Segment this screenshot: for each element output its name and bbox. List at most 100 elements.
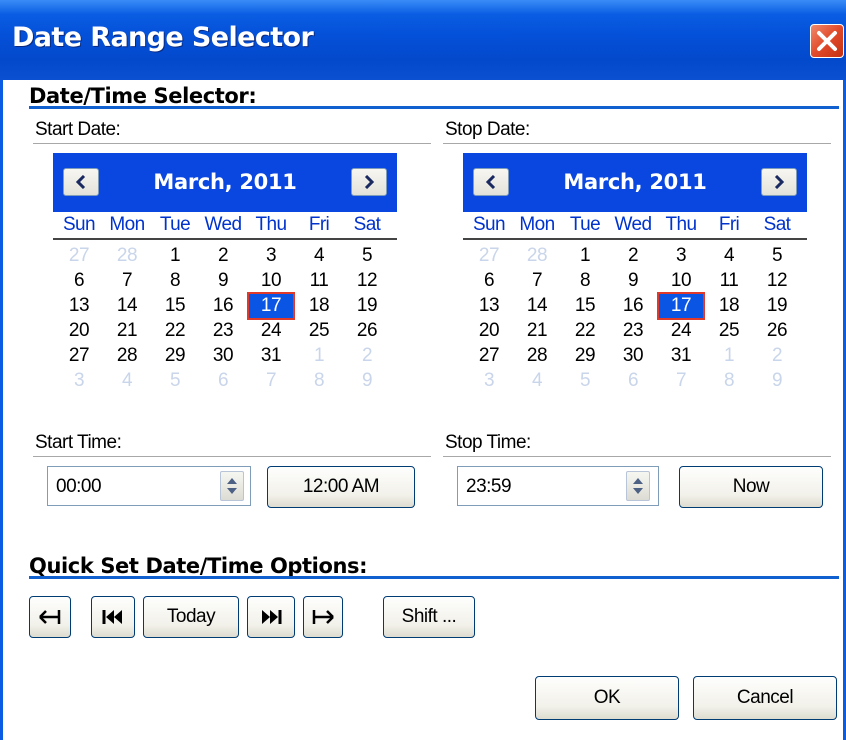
- calendar-day[interactable]: 20: [465, 317, 513, 345]
- calendar-day-other-month[interactable]: 3: [465, 367, 513, 395]
- calendar-day[interactable]: 11: [705, 267, 753, 295]
- calendar-day[interactable]: 31: [247, 342, 295, 370]
- calendar-day[interactable]: 17: [247, 292, 295, 320]
- ok-button[interactable]: OK: [535, 676, 679, 720]
- calendar-day[interactable]: 15: [151, 292, 199, 320]
- shift-button[interactable]: Shift ...: [383, 596, 475, 638]
- calendar-day[interactable]: 8: [151, 267, 199, 295]
- calendar-day-other-month[interactable]: 28: [513, 242, 561, 270]
- calendar-day-other-month[interactable]: 5: [561, 367, 609, 395]
- last-button[interactable]: [247, 596, 295, 638]
- calendar-day-other-month[interactable]: 7: [247, 367, 295, 395]
- calendar-day-other-month[interactable]: 8: [295, 367, 343, 395]
- calendar-day[interactable]: 6: [465, 267, 513, 295]
- calendar-day[interactable]: 30: [609, 342, 657, 370]
- calendar-day[interactable]: 7: [103, 267, 151, 295]
- calendar-day[interactable]: 15: [561, 292, 609, 320]
- calendar-day[interactable]: 28: [103, 342, 151, 370]
- calendar-day[interactable]: 29: [151, 342, 199, 370]
- calendar-day-other-month[interactable]: 27: [465, 242, 513, 270]
- calendar-day[interactable]: 17: [657, 292, 705, 320]
- cancel-button[interactable]: Cancel: [693, 676, 837, 720]
- calendar-day[interactable]: 12: [343, 267, 391, 295]
- calendar-day[interactable]: 10: [657, 267, 705, 295]
- calendar-day[interactable]: 11: [295, 267, 343, 295]
- stop-time-input[interactable]: 23:59: [457, 466, 659, 506]
- shift-left-button[interactable]: [29, 596, 71, 638]
- shift-right-button[interactable]: [303, 596, 343, 638]
- calendar-day[interactable]: 19: [753, 292, 801, 320]
- now-button[interactable]: Now: [679, 466, 823, 508]
- calendar-day[interactable]: 21: [513, 317, 561, 345]
- next-month-button[interactable]: [761, 168, 797, 196]
- calendar-day[interactable]: 3: [247, 242, 295, 270]
- calendar-day[interactable]: 18: [295, 292, 343, 320]
- calendar-day[interactable]: 5: [753, 242, 801, 270]
- calendar-day[interactable]: 21: [103, 317, 151, 345]
- calendar-day[interactable]: 20: [55, 317, 103, 345]
- calendar-day-other-month[interactable]: 1: [295, 342, 343, 370]
- start-ampm-button[interactable]: 12:00 AM: [267, 466, 415, 508]
- calendar-day[interactable]: 1: [151, 242, 199, 270]
- next-month-button[interactable]: [351, 168, 387, 196]
- calendar-day[interactable]: 22: [561, 317, 609, 345]
- calendar-day-other-month[interactable]: 3: [55, 367, 103, 395]
- calendar-day[interactable]: 2: [609, 242, 657, 270]
- calendar-day[interactable]: 23: [199, 317, 247, 345]
- calendar-day[interactable]: 10: [247, 267, 295, 295]
- calendar-day[interactable]: 4: [295, 242, 343, 270]
- calendar-day[interactable]: 28: [513, 342, 561, 370]
- calendar-day[interactable]: 4: [705, 242, 753, 270]
- calendar-day-other-month[interactable]: 6: [199, 367, 247, 395]
- calendar-day-other-month[interactable]: 8: [705, 367, 753, 395]
- calendar-day[interactable]: 24: [657, 317, 705, 345]
- calendar-day-other-month[interactable]: 1: [705, 342, 753, 370]
- calendar-day[interactable]: 25: [295, 317, 343, 345]
- calendar-day[interactable]: 9: [199, 267, 247, 295]
- close-button[interactable]: [810, 24, 844, 58]
- calendar-day[interactable]: 7: [513, 267, 561, 295]
- calendar-day[interactable]: 18: [705, 292, 753, 320]
- calendar-day[interactable]: 6: [55, 267, 103, 295]
- start-time-input[interactable]: 00:00: [47, 466, 251, 506]
- calendar-day[interactable]: 8: [561, 267, 609, 295]
- calendar-day[interactable]: 26: [343, 317, 391, 345]
- calendar-day[interactable]: 24: [247, 317, 295, 345]
- calendar-day-other-month[interactable]: 6: [609, 367, 657, 395]
- first-button[interactable]: [91, 596, 135, 638]
- calendar-day[interactable]: 14: [513, 292, 561, 320]
- calendar-day-other-month[interactable]: 9: [753, 367, 801, 395]
- calendar-day[interactable]: 12: [753, 267, 801, 295]
- calendar-day[interactable]: 30: [199, 342, 247, 370]
- calendar-day[interactable]: 27: [55, 342, 103, 370]
- start-time-spinner[interactable]: [220, 471, 244, 501]
- calendar-day-other-month[interactable]: 28: [103, 242, 151, 270]
- calendar-day[interactable]: 23: [609, 317, 657, 345]
- calendar-day[interactable]: 5: [343, 242, 391, 270]
- calendar-day[interactable]: 22: [151, 317, 199, 345]
- stop-time-spinner[interactable]: [626, 471, 650, 501]
- calendar-day[interactable]: 27: [465, 342, 513, 370]
- calendar-day[interactable]: 16: [199, 292, 247, 320]
- calendar-day[interactable]: 25: [705, 317, 753, 345]
- calendar-day[interactable]: 9: [609, 267, 657, 295]
- calendar-day-other-month[interactable]: 2: [343, 342, 391, 370]
- calendar-day-other-month[interactable]: 27: [55, 242, 103, 270]
- calendar-day[interactable]: 14: [103, 292, 151, 320]
- calendar-day[interactable]: 31: [657, 342, 705, 370]
- calendar-day[interactable]: 3: [657, 242, 705, 270]
- calendar-day[interactable]: 19: [343, 292, 391, 320]
- calendar-day[interactable]: 13: [465, 292, 513, 320]
- calendar-day-other-month[interactable]: 4: [513, 367, 561, 395]
- calendar-day[interactable]: 1: [561, 242, 609, 270]
- calendar-day[interactable]: 13: [55, 292, 103, 320]
- calendar-day[interactable]: 29: [561, 342, 609, 370]
- calendar-day-other-month[interactable]: 5: [151, 367, 199, 395]
- calendar-day[interactable]: 2: [199, 242, 247, 270]
- calendar-day-other-month[interactable]: 2: [753, 342, 801, 370]
- calendar-day-other-month[interactable]: 7: [657, 367, 705, 395]
- calendar-day-other-month[interactable]: 9: [343, 367, 391, 395]
- today-button[interactable]: Today: [143, 596, 239, 638]
- calendar-day-other-month[interactable]: 4: [103, 367, 151, 395]
- calendar-day[interactable]: 16: [609, 292, 657, 320]
